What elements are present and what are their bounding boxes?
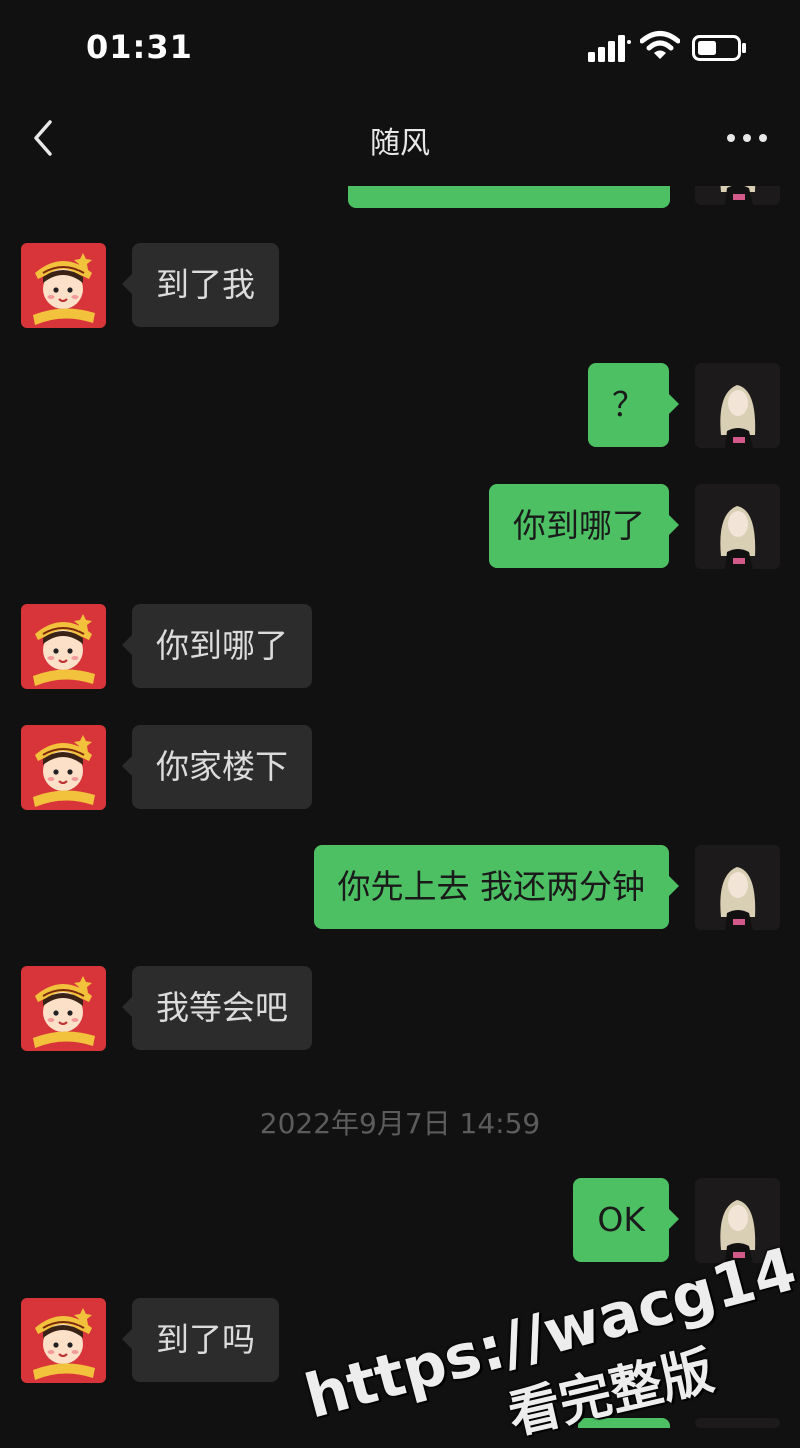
incoming-message-bubble[interactable]: 我等会吧 — [122, 966, 312, 1050]
contact-avatar[interactable] — [21, 604, 106, 689]
incoming-message-bubble[interactable]: 你到哪了 — [122, 604, 312, 688]
wifi-icon — [640, 31, 680, 59]
battery-icon — [692, 35, 746, 61]
cellular-signal-icon — [588, 35, 631, 62]
my-avatar[interactable] — [695, 484, 780, 569]
blonde-portrait-image — [695, 1418, 780, 1428]
chat-title: 随风 — [370, 126, 430, 161]
incoming-message-bubble[interactable]: 到了吗 — [122, 1298, 279, 1382]
outgoing-message-bubble[interactable]: 你先上去 我还两分钟 — [313, 845, 679, 929]
contact-avatar[interactable] — [21, 725, 106, 810]
incoming-message-bubble[interactable]: 你家楼下 — [122, 725, 312, 809]
my-avatar[interactable] — [695, 845, 780, 930]
incoming-message-bubble[interactable]: 到了我 — [122, 243, 279, 327]
outgoing-message-bubble[interactable]: ？ — [588, 363, 679, 447]
cartoon-child-image — [21, 604, 106, 689]
cartoon-child-image — [21, 725, 106, 810]
status-time: 01:31 — [86, 28, 193, 66]
blonde-portrait-image — [695, 845, 780, 930]
blonde-portrait-image — [695, 363, 780, 448]
outgoing-message-bubble[interactable]: 你到哪了 — [489, 484, 679, 568]
cartoon-child-image — [21, 966, 106, 1051]
cartoon-child-image — [21, 1298, 106, 1383]
blonde-portrait-image — [695, 484, 780, 569]
more-options-icon[interactable] — [722, 122, 772, 154]
outgoing-message-bubble[interactable]: OK — [573, 1178, 679, 1262]
contact-avatar[interactable] — [21, 243, 106, 328]
cartoon-child-image — [21, 243, 106, 328]
contact-avatar[interactable] — [21, 966, 106, 1051]
status-bar: 01:31 — [0, 0, 800, 100]
my-avatar[interactable] — [695, 363, 780, 448]
chat-timestamp: 2022年9月7日 14:59 — [259, 1107, 541, 1140]
contact-avatar[interactable] — [21, 1298, 106, 1383]
my-avatar[interactable] — [695, 1418, 780, 1428]
